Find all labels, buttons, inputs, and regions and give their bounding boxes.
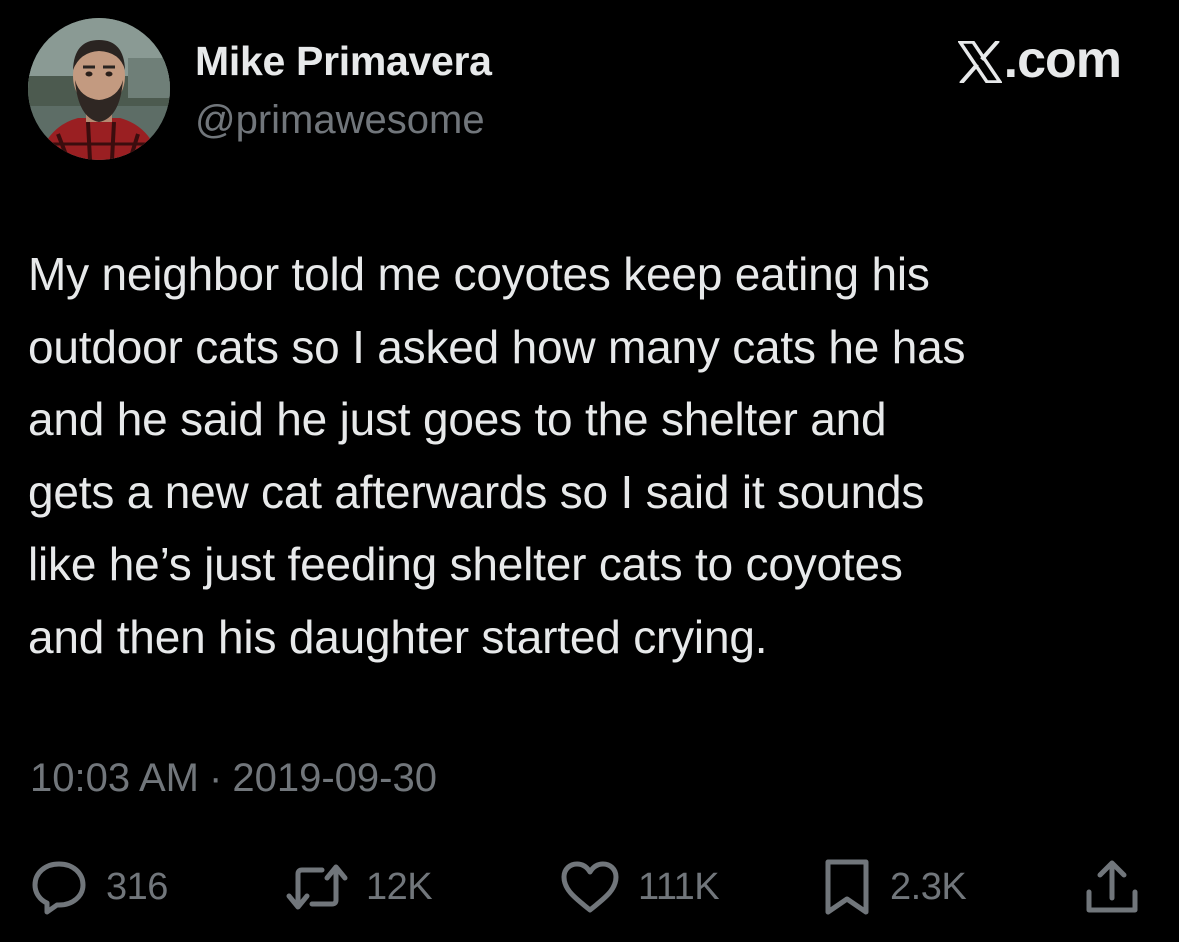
bookmark-button[interactable]: 2.3K [822, 856, 967, 918]
retweet-icon [286, 864, 348, 910]
tweet-timestamp[interactable]: 10:03 AM · 2019-09-30 [30, 756, 437, 801]
brand-watermark: .com [957, 30, 1122, 90]
bookmark-count: 2.3K [890, 865, 967, 908]
heart-icon [561, 861, 619, 913]
share-button[interactable] [1084, 856, 1140, 918]
author-handle[interactable]: @primawesome [195, 98, 485, 143]
like-button[interactable]: 111K [560, 856, 720, 918]
reply-button[interactable]: 316 [30, 856, 168, 918]
tweet-card: Mike Primavera @primawesome .com My neig… [0, 0, 1179, 942]
avatar[interactable] [28, 18, 170, 160]
reply-count: 316 [106, 865, 168, 908]
author-name[interactable]: Mike Primavera [195, 38, 492, 85]
share-icon [1086, 860, 1138, 913]
tweet-time: 10:03 AM [30, 756, 200, 800]
retweet-button[interactable]: 12K [286, 856, 433, 918]
bookmark-icon [825, 859, 869, 915]
tweet-date: 2019-09-30 [232, 756, 437, 800]
like-count: 111K [638, 865, 720, 908]
timestamp-separator: · [209, 756, 223, 800]
action-bar: 316 12K 111K 2.3K [0, 856, 1179, 922]
x-logo-icon [957, 41, 1002, 83]
retweet-count: 12K [366, 865, 433, 908]
brand-label: .com [1003, 31, 1122, 89]
avatar-image [28, 18, 170, 160]
tweet-text: My neighbor told me coyotes keep eating … [28, 248, 966, 663]
reply-icon [32, 861, 86, 915]
